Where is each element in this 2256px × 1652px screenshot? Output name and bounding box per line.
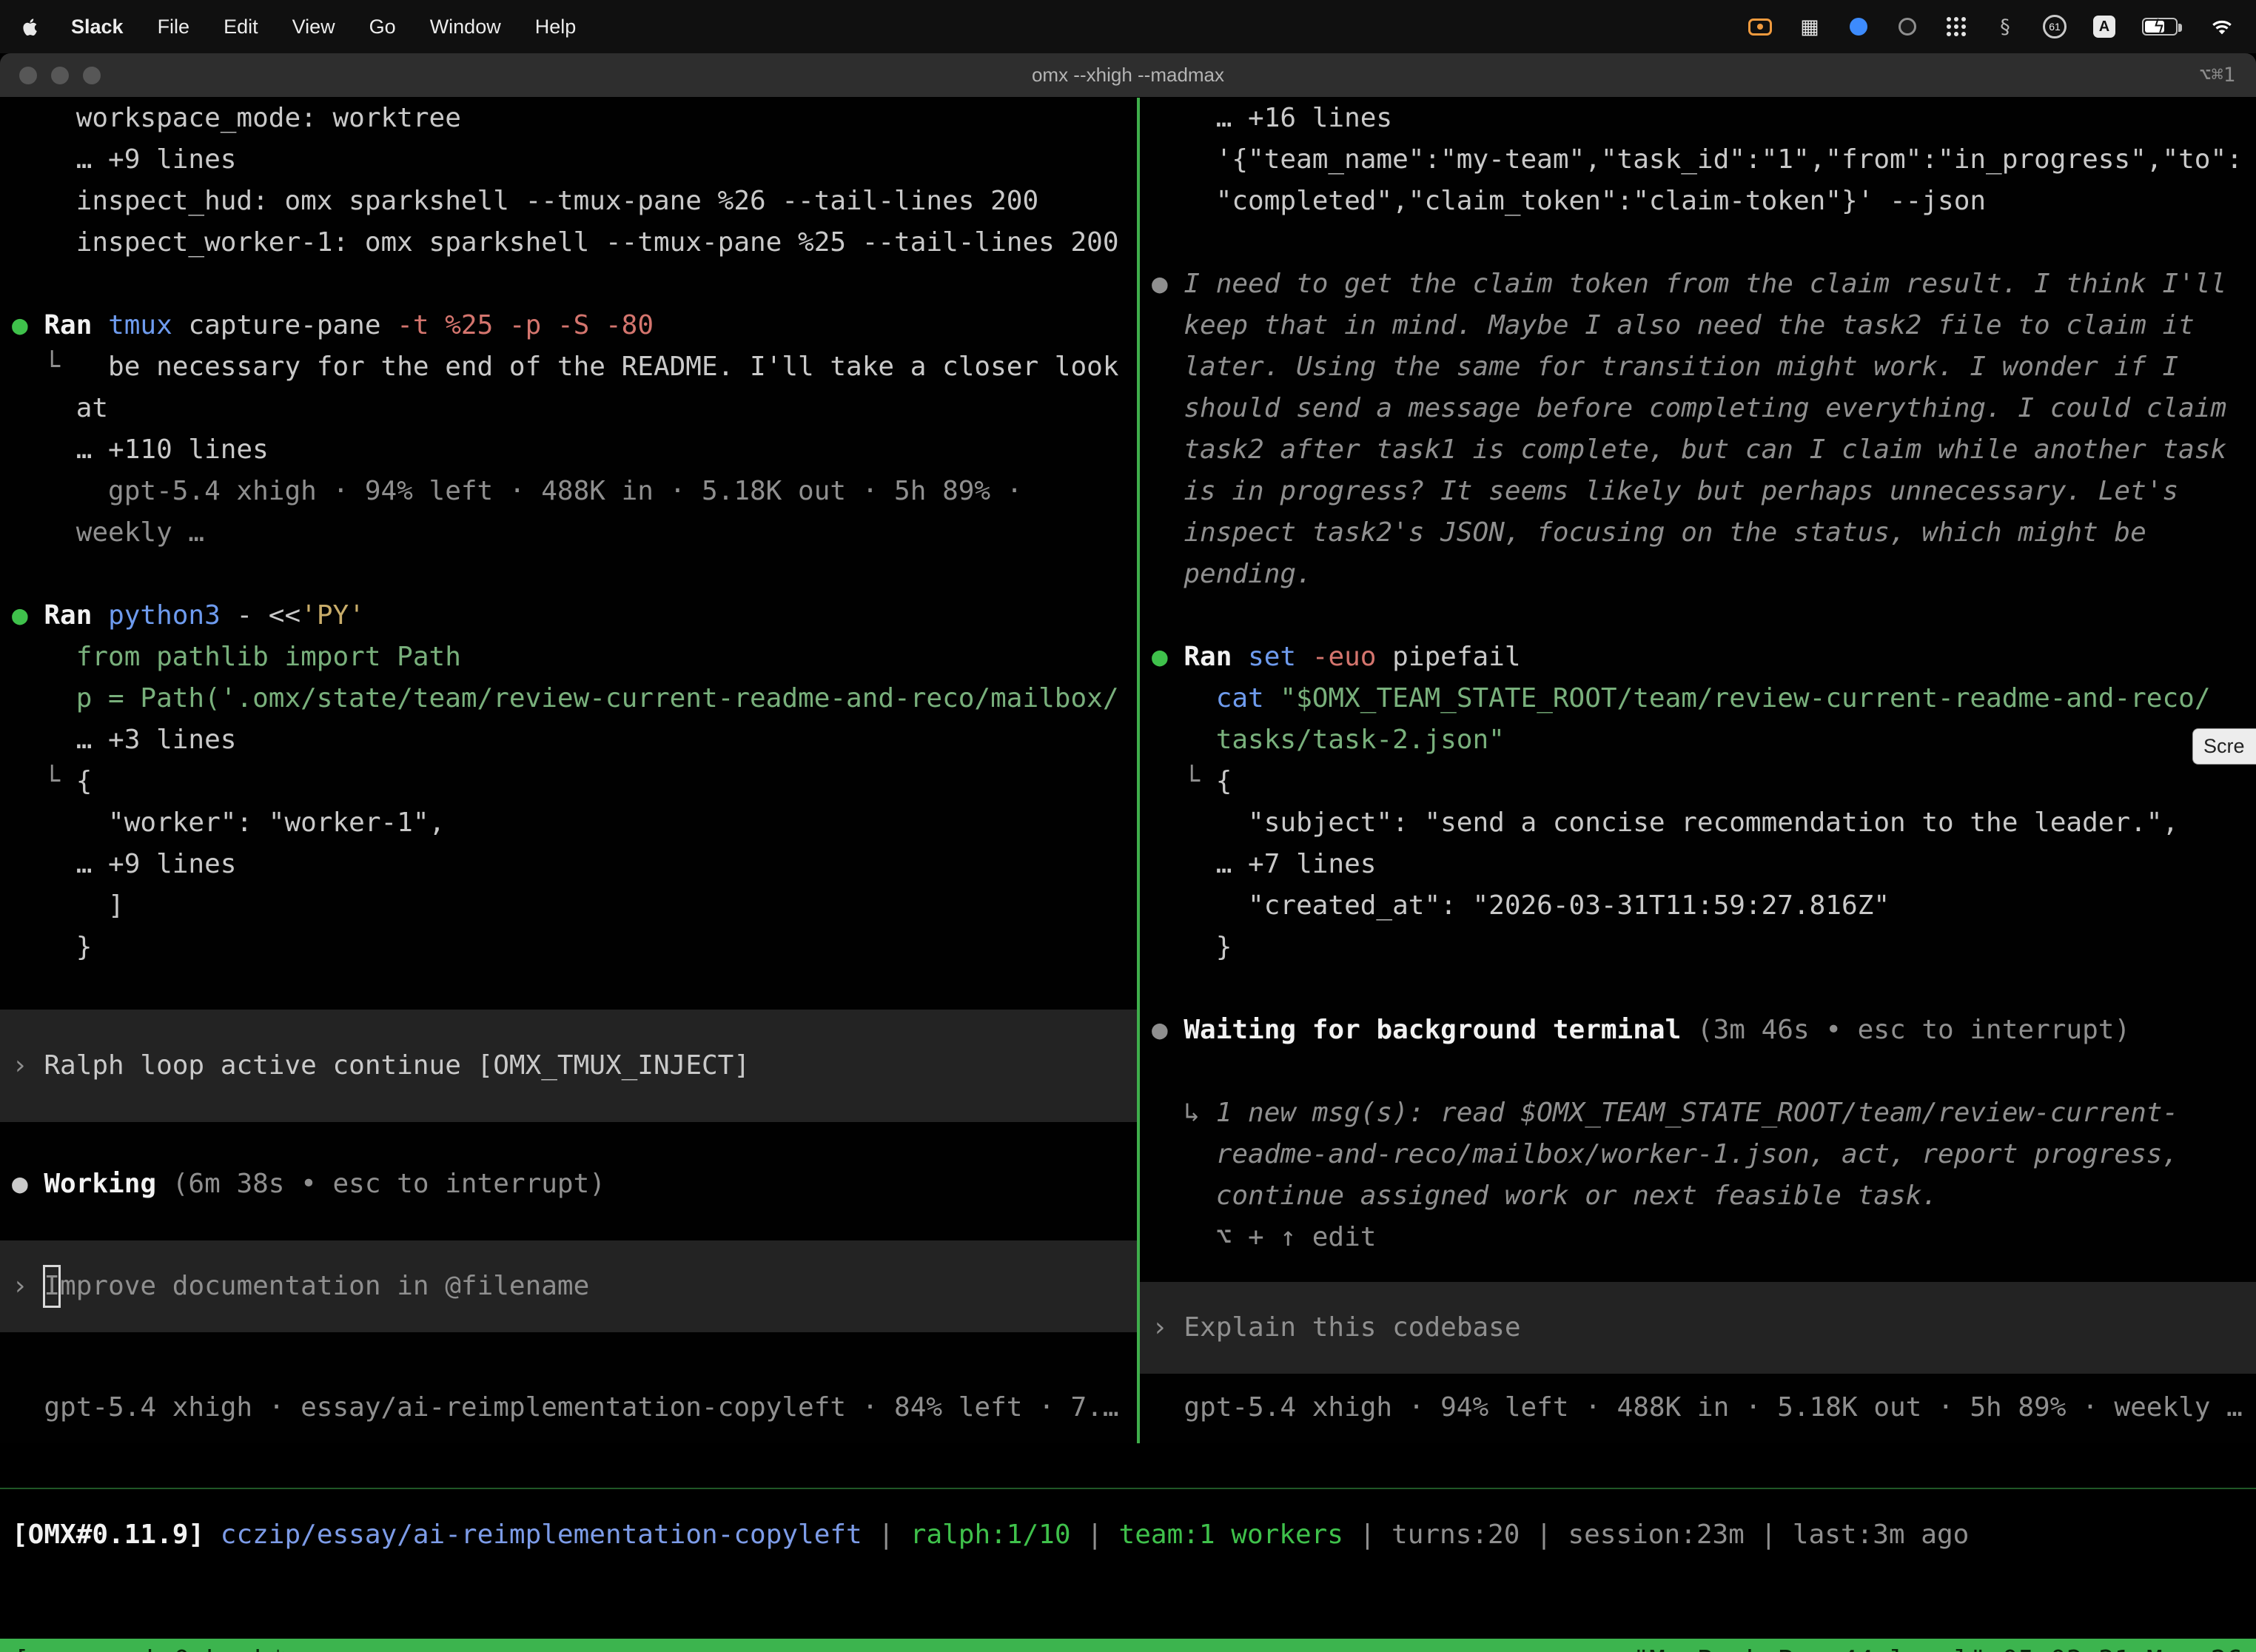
tmux-session-label: [omx-cczip0:bash* (13, 1645, 286, 1652)
terminal-line: cat "$OMX_TEAM_STATE_ROOT/team/review-cu… (1152, 678, 2256, 719)
terminal-line (1152, 968, 2256, 1010)
terminal-line: … +9 lines (12, 844, 1137, 885)
close-button[interactable] (19, 67, 37, 84)
pane-bottom-border (0, 1488, 2256, 1489)
terminal-line: inspect_hud: omx sparkshell --tmux-pane … (12, 181, 1137, 222)
blue-app-icon[interactable] (1847, 18, 1870, 36)
keyboard-icon[interactable]: ▦ (1799, 16, 1821, 38)
gauge-icon[interactable]: 61 (2043, 15, 2067, 38)
input-source-icon[interactable]: A (2093, 16, 2115, 38)
terminal-line: ● Ran tmux capture-pane -t %25 -p -S -80 (12, 305, 1137, 346)
terminal-line: continue assigned work or next feasible … (1152, 1175, 2256, 1217)
terminal-line: ] (12, 885, 1137, 927)
terminal-line: "subject": "send a concise recommendatio… (1152, 802, 2256, 844)
terminal-line: ● Waiting for background terminal (3m 46… (1152, 1010, 2256, 1051)
terminal-line: … +9 lines (12, 139, 1137, 181)
menu-item-go[interactable]: Go (369, 16, 396, 38)
terminal-line: is in progress? It seems likely but perh… (1152, 471, 2256, 512)
terminal-line: "completed","claim_token":"claim-token"}… (1152, 181, 2256, 222)
terminal-line: workspace_mode: worktree (12, 98, 1137, 139)
terminal-line: └ be necessary for the end of the README… (12, 346, 1137, 388)
terminal-line: … +7 lines (1152, 844, 2256, 885)
wifi-icon[interactable] (2210, 18, 2234, 36)
terminal-line: '{"team_name":"my-team","task_id":"1","f… (1152, 139, 2256, 181)
terminal-line: … +3 lines (12, 719, 1137, 761)
menu-status-icons: ▦ § 61 Aϟ (1748, 15, 2234, 38)
menu-item-file[interactable]: File (158, 16, 190, 38)
screen-tooltip: Scre (2192, 728, 2256, 765)
terminal-line: ● I need to get the claim token from the… (1152, 263, 2256, 305)
terminal-line: "worker": "worker-1", (12, 802, 1137, 844)
model-status-line: gpt-5.4 xhigh · 94% left · 488K in · 5.1… (1152, 1387, 2256, 1428)
terminal-line: task2 after task1 is complete, but can I… (1152, 429, 2256, 471)
terminal-line: from pathlib import Path (12, 637, 1137, 678)
terminal-pane-left[interactable]: workspace_mode: worktree … +9 lines insp… (0, 98, 1137, 1443)
terminal-line: ● Working (6m 38s • esc to interrupt) (12, 1164, 1137, 1205)
model-status-line: gpt-5.4 xhigh · essay/ai-reimplementatio… (12, 1387, 1137, 1428)
terminal-line (1152, 595, 2256, 637)
terminal-line: tasks/task-2.json" (1152, 719, 2256, 761)
apple-menu-icon[interactable] (22, 18, 37, 36)
terminal-line: … +16 lines (1152, 98, 2256, 139)
window-title: omx --xhigh --madmax (0, 64, 2256, 87)
menu-item-slack[interactable]: Slack (71, 16, 124, 38)
terminal-line: } (12, 927, 1137, 968)
menu-bar: Slack File Edit View Go Window Help ▦ § 61 Aϟ (0, 0, 2256, 53)
apps-grid-icon[interactable] (1945, 17, 1967, 37)
tmux-host-clock: "MacBook-Pro-44.local" 05:03 31-Mar-26 (1633, 1645, 2243, 1652)
minimize-button[interactable] (51, 67, 69, 84)
menu-item-edit[interactable]: Edit (224, 16, 258, 38)
terminal-line: "created_at": "2026-03-31T11:59:27.816Z" (1152, 885, 2256, 927)
terminal-line: should send a message before completing … (1152, 388, 2256, 429)
window-shortcut: ⌥⌘1 (2199, 64, 2256, 87)
terminal-line: } (1152, 927, 2256, 968)
terminal-line: gpt-5.4 xhigh · 94% left · 488K in · 5.1… (12, 471, 1137, 512)
terminal-window: omx --xhigh --madmax ⌥⌘1 workspace_mode:… (0, 53, 2256, 1652)
terminal-line: later. Using the same for transition mig… (1152, 346, 2256, 388)
prompt-suggestion[interactable]: › Explain this codebase (1140, 1282, 2256, 1374)
terminal-line: └ { (12, 761, 1137, 802)
terminal-line (12, 263, 1137, 305)
screen-recording-icon[interactable] (1748, 19, 1772, 36)
menu-item-help[interactable]: Help (535, 16, 577, 38)
terminal-line: at (12, 388, 1137, 429)
terminal-line (12, 554, 1137, 595)
terminal-line (12, 1122, 1137, 1164)
window-title-bar: omx --xhigh --madmax ⌥⌘1 (0, 53, 2256, 98)
terminal-line: keep that in mind. Maybe I also need the… (1152, 305, 2256, 346)
dark-app-icon[interactable] (1896, 18, 1918, 36)
menu-item-window[interactable]: Window (430, 16, 501, 38)
menu-item-view[interactable]: View (292, 16, 335, 38)
terminal-line: weekly … (12, 512, 1137, 554)
terminal-line: └ { (1152, 761, 2256, 802)
tmux-status-bar: [omx-cczip0:bash* "MacBook-Pro-44.local"… (0, 1639, 2256, 1652)
terminal-line: ● Ran set -euo pipefail (1152, 637, 2256, 678)
queued-prompt[interactable]: › Ralph loop active continue [OMX_TMUX_I… (0, 1010, 1137, 1122)
terminal-line: pending. (1152, 554, 2256, 595)
terminal-line: readme-and-reco/mailbox/worker-1.json, a… (1152, 1134, 2256, 1175)
prompt-input[interactable]: › Improve documentation in @filename (0, 1240, 1137, 1332)
terminal-line (1152, 1051, 2256, 1092)
terminal-line: inspect task2's JSON, focusing on the st… (1152, 512, 2256, 554)
terminal-line (1152, 222, 2256, 263)
zoom-button[interactable] (83, 67, 101, 84)
terminal: workspace_mode: worktree … +9 lines insp… (0, 98, 2256, 1443)
terminal-pane-right[interactable]: … +16 lines '{"team_name":"my-team","tas… (1140, 98, 2256, 1443)
battery-icon[interactable]: ϟ (2142, 18, 2183, 36)
terminal-line: p = Path('.omx/state/team/review-current… (12, 678, 1137, 719)
terminal-line: … +110 lines (12, 429, 1137, 471)
terminal-line: inspect_worker-1: omx sparkshell --tmux-… (12, 222, 1137, 263)
terminal-line: ● Ran python3 - <<'PY' (12, 595, 1137, 637)
terminal-line: ⌥ + ↑ edit (1152, 1217, 2256, 1258)
clip-app-icon[interactable]: § (1994, 16, 2016, 38)
omx-status-line: [OMX#0.11.9] cczip/essay/ai-reimplementa… (12, 1514, 2256, 1556)
terminal-line: ↳ 1 new msg(s): read $OMX_TEAM_STATE_ROO… (1152, 1092, 2256, 1134)
terminal-line (12, 968, 1137, 1010)
